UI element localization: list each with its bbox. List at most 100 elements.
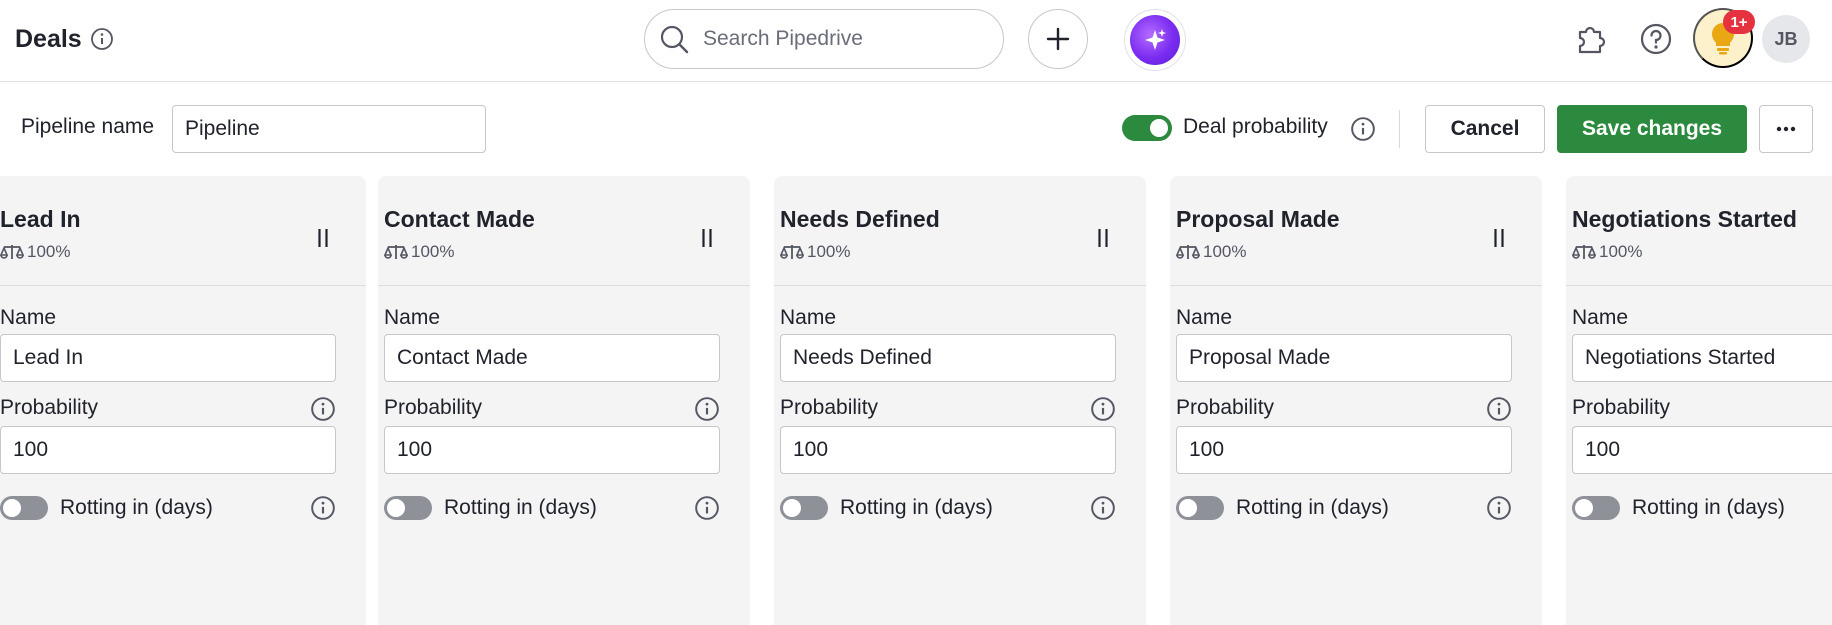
name-label: Name (1176, 306, 1233, 329)
scale-icon (384, 245, 408, 259)
rotting-toggle[interactable] (0, 496, 48, 520)
stage-name-input[interactable] (1572, 334, 1832, 382)
rotting-label: Rotting in (days) (1236, 496, 1389, 519)
stage-header: Negotiations Started 100% (1566, 176, 1832, 286)
stage-header: Contact Made 100% (378, 176, 750, 286)
search-box[interactable] (644, 9, 1004, 69)
drag-handle-icon[interactable] (700, 227, 714, 249)
search-input[interactable] (703, 27, 963, 51)
toggle-knob (1150, 119, 1168, 137)
ai-sparkle-icon (1130, 15, 1180, 65)
pipeline-edit-bar: Pipeline name Deal probability Cancel Sa… (0, 82, 1832, 176)
stage-title: Proposal Made (1176, 206, 1340, 232)
help-icon[interactable] (1637, 20, 1675, 58)
rotting-toggle[interactable] (1572, 496, 1620, 520)
name-label: Name (780, 306, 837, 329)
stage-probability-input[interactable] (0, 426, 336, 474)
toggle-knob (3, 499, 21, 517)
info-icon[interactable] (90, 27, 114, 51)
info-icon[interactable] (694, 396, 720, 422)
stage-header: Proposal Made 100% (1170, 176, 1542, 286)
rotting-label: Rotting in (days) (60, 496, 213, 519)
scale-icon (780, 245, 804, 259)
stage-columns: Lead In 100% Name Probability Rotting in… (0, 176, 1832, 625)
drag-handle-icon[interactable] (1492, 227, 1506, 249)
stage-probability: 100% (1572, 242, 1642, 262)
pipeline-name-label: Pipeline name (21, 115, 155, 138)
stage-probability: 100% (780, 242, 850, 262)
stage-column: Lead In 100% Name Probability Rotting in… (0, 176, 366, 625)
scale-icon (1572, 245, 1596, 259)
search-icon (659, 24, 689, 54)
stage-probability-input[interactable] (384, 426, 720, 474)
avatar[interactable]: JB (1762, 15, 1810, 63)
toggle-knob (1179, 499, 1197, 517)
stage-probability-value: 100% (1599, 242, 1643, 261)
page-title: Deals (15, 24, 114, 54)
info-icon[interactable] (310, 495, 336, 521)
name-label: Name (1572, 306, 1629, 329)
stage-name-input[interactable] (1176, 334, 1512, 382)
info-icon[interactable] (310, 396, 336, 422)
stage-probability-value: 100% (411, 242, 455, 261)
stage-column: Proposal Made 100% Name Probability Rott… (1170, 176, 1542, 625)
probability-label: Probability (1176, 396, 1275, 419)
drag-handle-icon[interactable] (1096, 227, 1110, 249)
stage-probability-value: 100% (807, 242, 851, 261)
rotting-toggle[interactable] (1176, 496, 1224, 520)
cancel-button[interactable]: Cancel (1425, 105, 1545, 153)
stage-probability-input[interactable] (780, 426, 1116, 474)
rotting-label: Rotting in (days) (840, 496, 993, 519)
deal-probability-label: Deal probability (1183, 115, 1328, 138)
info-icon[interactable] (1486, 396, 1512, 422)
save-changes-button[interactable]: Save changes (1557, 105, 1747, 153)
stage-title: Contact Made (384, 206, 535, 232)
stage-name-input[interactable] (0, 334, 336, 382)
stage-column: Contact Made 100% Name Probability Rotti… (378, 176, 750, 625)
probability-label: Probability (780, 396, 879, 419)
rotting-toggle[interactable] (780, 496, 828, 520)
name-label: Name (384, 306, 441, 329)
pipeline-name-input[interactable] (172, 105, 486, 153)
info-icon[interactable] (1486, 495, 1512, 521)
deal-probability-toggle[interactable] (1122, 115, 1172, 141)
rotting-label: Rotting in (days) (1632, 496, 1785, 519)
drag-handle-icon[interactable] (316, 227, 330, 249)
more-options-button[interactable] (1759, 105, 1813, 153)
stage-name-input[interactable] (384, 334, 720, 382)
stage-name-input[interactable] (780, 334, 1116, 382)
stage-probability-input[interactable] (1176, 426, 1512, 474)
stage-probability: 100% (384, 242, 454, 262)
stage-header: Lead In 100% (0, 176, 366, 286)
info-icon[interactable] (1090, 396, 1116, 422)
toggle-knob (1575, 499, 1593, 517)
probability-label: Probability (1572, 396, 1671, 419)
stage-probability-input[interactable] (1572, 426, 1832, 474)
notification-badge: 1+ (1723, 10, 1755, 34)
toggle-knob (783, 499, 801, 517)
stage-title: Lead In (0, 206, 81, 232)
probability-label: Probability (384, 396, 483, 419)
stage-column: Needs Defined 100% Name Probability Rott… (774, 176, 1146, 625)
stage-header: Needs Defined 100% (774, 176, 1146, 286)
scale-icon (0, 245, 24, 259)
add-button[interactable] (1028, 9, 1088, 69)
rotting-toggle[interactable] (384, 496, 432, 520)
stage-title: Negotiations Started (1572, 206, 1797, 232)
stage-probability: 100% (1176, 242, 1246, 262)
puzzle-icon[interactable] (1574, 22, 1608, 56)
stage-probability-value: 100% (1203, 242, 1247, 261)
stage-column: Negotiations Started 100% Name Probabili… (1566, 176, 1832, 625)
toggle-knob (387, 499, 405, 517)
probability-label: Probability (0, 396, 99, 419)
ai-assistant-button[interactable] (1124, 9, 1186, 71)
stage-probability: 100% (0, 242, 70, 262)
stage-title: Needs Defined (780, 206, 940, 232)
info-icon[interactable] (694, 495, 720, 521)
scale-icon (1176, 245, 1200, 259)
rotting-label: Rotting in (days) (444, 496, 597, 519)
top-bar: Deals 1+ JB (0, 0, 1832, 82)
name-label: Name (0, 306, 57, 329)
info-icon[interactable] (1350, 116, 1376, 142)
info-icon[interactable] (1090, 495, 1116, 521)
